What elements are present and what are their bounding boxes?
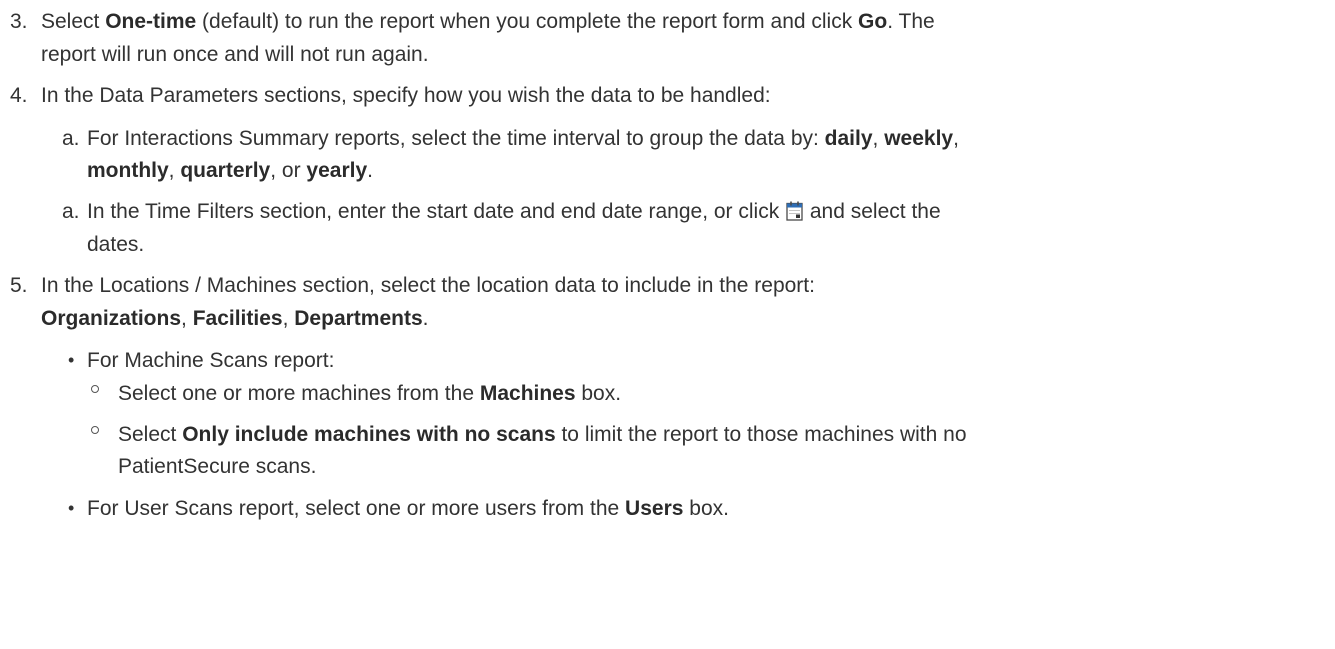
step-5-text: In the Locations / Machines section, sel… [41,274,815,297]
step-4-number: 4. [10,84,28,107]
sub-bullet-machines: Select one or more machines from the Mac… [118,382,622,405]
sub-bullet-circle [91,426,99,434]
one-time-option: One-time [105,10,197,33]
step-3-text-line2: report will run once and will not run ag… [41,43,429,66]
step-5-locations: Organizations, Facilities, Departments. [41,307,429,330]
daily-option: daily [824,127,873,150]
step-3-number: 3. [10,10,28,33]
machines-box-label: Machines [479,382,576,405]
go-button-label: Go [858,10,888,33]
step-4a2-text: In the Time Filters section, enter the s… [87,200,941,223]
no-scans-option: Only include machines with no scans [182,423,556,446]
sub-bullet-circle [91,385,99,393]
step-3-text: Select One-time (default) to run the rep… [41,10,935,33]
step-4a-letter: a. [62,127,80,150]
bullet-dot: • [68,498,75,518]
step-4a2-text-line2: dates. [87,233,145,256]
step-4a-text: For Interactions Summary reports, select… [87,127,959,150]
bullet-machine-scans: For Machine Scans report: [87,349,335,372]
facilities-option: Facilities [192,307,283,330]
step-4a2-letter: a. [62,200,80,223]
calendar-icon [786,201,803,221]
step-4-text: In the Data Parameters sections, specify… [41,84,771,107]
sub-bullet-no-scans-line2: PatientSecure scans. [118,455,317,478]
sub-bullet-no-scans: Select Only include machines with no sca… [118,423,967,446]
document-page: 3. Select One-time (default) to run the … [0,0,1335,649]
step-4a-text-line2: monthly, quarterly, or yearly. [87,159,373,182]
yearly-option: yearly [306,159,368,182]
step-5-number: 5. [10,274,28,297]
departments-option: Departments [294,307,423,330]
bullet-user-scans: For User Scans report, select one or mor… [87,497,729,520]
quarterly-option: quarterly [180,159,271,182]
organizations-option: Organizations [41,307,182,330]
bullet-dot: • [68,350,75,370]
monthly-option: monthly [87,159,169,182]
weekly-option: weekly [884,127,954,150]
users-box-label: Users [625,497,684,520]
